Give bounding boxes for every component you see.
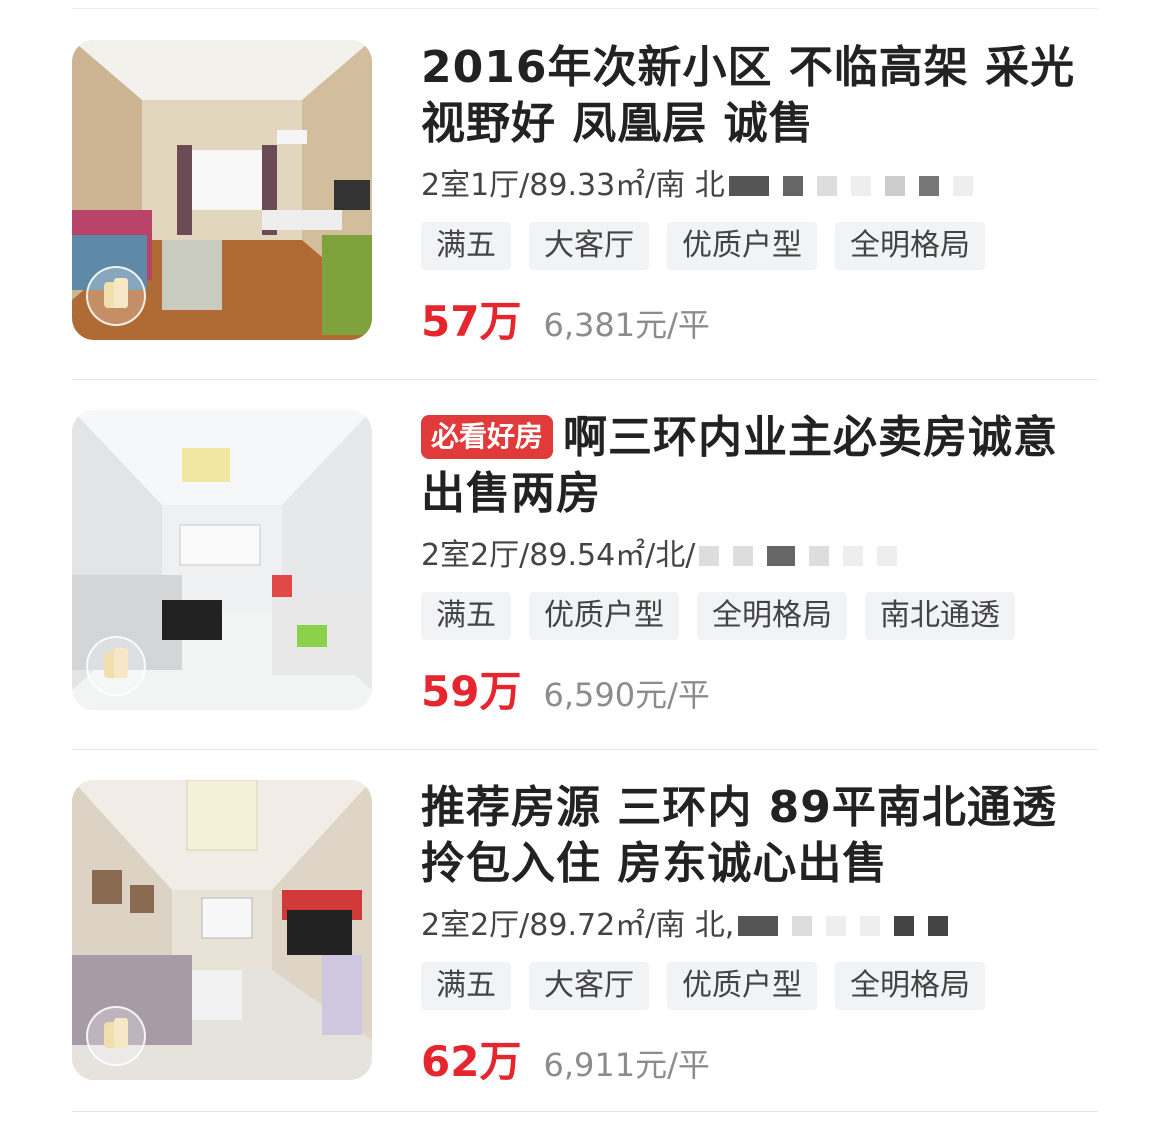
tag: 大客厅 (529, 962, 649, 1010)
total-price: 59万 (421, 667, 522, 716)
vr-icon (86, 1006, 146, 1066)
redacted-address (699, 546, 911, 566)
listing-photo[interactable] (72, 40, 372, 340)
listing-card[interactable]: 推荐房源 三环内 89平南北通透 拎包入住 房东诚心出售 2室2厅/89.72㎡… (72, 750, 1098, 1112)
tag: 全明格局 (697, 592, 847, 640)
listing-specs-text: 2室1厅/89.33㎡/南 北 (421, 168, 725, 203)
must-see-badge: 必看好房 (421, 415, 554, 459)
listing-specs-text: 2室2厅/89.54㎡/北/ (421, 538, 696, 573)
listing-divider (72, 1111, 1098, 1112)
listing-card[interactable]: 2016年次新小区 不临高架 采光视野好 凤凰层 诚售 2室1厅/89.33㎡/… (72, 10, 1098, 380)
tag: 南北通透 (865, 592, 1015, 640)
listing-card[interactable]: 必看好房 啊三环内业主必卖房诚意出售两房 2室2厅/89.54㎡/北/ 满五 优质… (72, 380, 1098, 750)
tag: 大客厅 (529, 222, 649, 270)
tag: 优质户型 (667, 222, 817, 270)
listing-specs: 2室1厅/89.33㎡/南 北 (421, 166, 1098, 206)
price-row: 59万 6,590元/平 (421, 658, 1098, 719)
listing-specs-text: 2室2厅/89.72㎡/南 北, (421, 908, 735, 943)
unit-price: 6,911元/平 (543, 1046, 710, 1084)
listing-info: 2016年次新小区 不临高架 采光视野好 凤凰层 诚售 2室1厅/89.33㎡/… (421, 40, 1098, 349)
listing-photo[interactable] (72, 410, 372, 710)
redacted-address (728, 176, 987, 196)
tag: 满五 (421, 222, 511, 270)
listing-specs: 2室2厅/89.54㎡/北/ (421, 536, 1098, 576)
price-row: 57万 6,381元/平 (421, 288, 1098, 349)
price-row: 62万 6,911元/平 (421, 1028, 1098, 1089)
listing-photo[interactable] (72, 780, 372, 1080)
unit-price: 6,590元/平 (543, 676, 710, 714)
tag-list: 满五 优质户型 全明格局 南北通透 (421, 592, 1098, 640)
vr-icon (86, 636, 146, 696)
tag: 优质户型 (667, 962, 817, 1010)
listing-title[interactable]: 推荐房源 三环内 89平南北通透 拎包入住 房东诚心出售 (421, 780, 1098, 892)
tag: 全明格局 (835, 222, 985, 270)
tag: 优质户型 (529, 592, 679, 640)
tag: 全明格局 (835, 962, 985, 1010)
listing-title[interactable]: 2016年次新小区 不临高架 采光视野好 凤凰层 诚售 (421, 40, 1098, 152)
total-price: 62万 (421, 1037, 522, 1086)
tag-list: 满五 大客厅 优质户型 全明格局 (421, 222, 1098, 270)
unit-price: 6,381元/平 (543, 306, 710, 344)
listing-info: 推荐房源 三环内 89平南北通透 拎包入住 房东诚心出售 2室2厅/89.72㎡… (421, 780, 1098, 1089)
listing-specs: 2室2厅/89.72㎡/南 北, (421, 906, 1098, 946)
listing-title[interactable]: 必看好房 啊三环内业主必卖房诚意出售两房 (421, 410, 1098, 522)
total-price: 57万 (421, 297, 522, 346)
listing-info: 必看好房 啊三环内业主必卖房诚意出售两房 2室2厅/89.54㎡/北/ 满五 优质… (421, 410, 1098, 719)
redacted-address (738, 916, 962, 936)
vr-icon (86, 266, 146, 326)
tag: 满五 (421, 962, 511, 1010)
tag-list: 满五 大客厅 优质户型 全明格局 (421, 962, 1098, 1010)
tag: 满五 (421, 592, 511, 640)
top-divider (72, 8, 1098, 9)
